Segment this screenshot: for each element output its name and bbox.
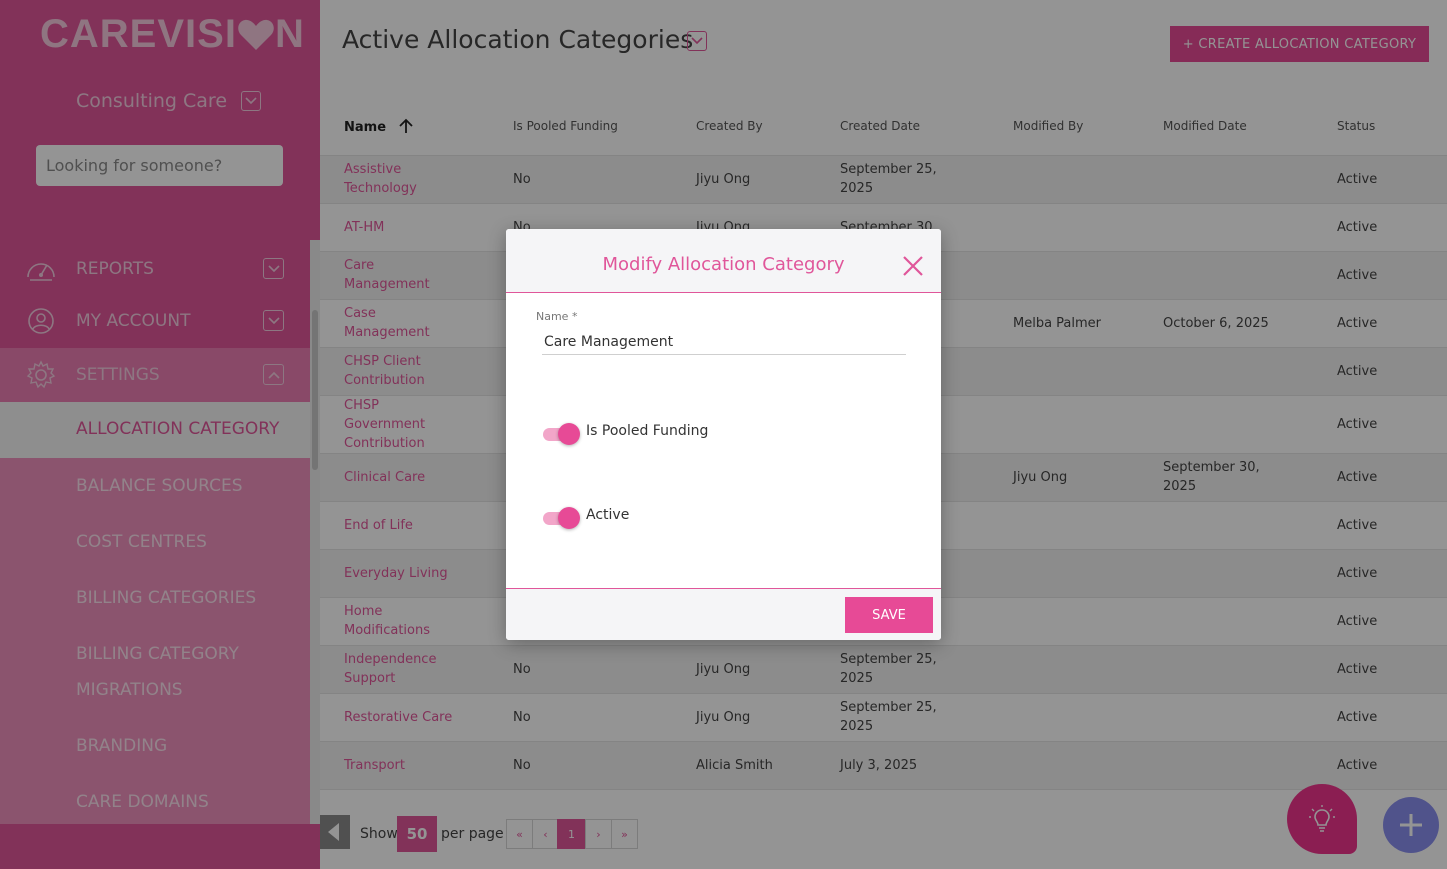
save-button[interactable]: SAVE xyxy=(845,597,933,633)
pooled-funding-label: Is Pooled Funding xyxy=(586,423,709,439)
name-field-label: Name * xyxy=(536,310,578,323)
active-label: Active xyxy=(586,507,630,523)
dialog-header: Modify Allocation Category xyxy=(506,229,941,293)
close-icon[interactable] xyxy=(900,253,926,279)
name-field[interactable] xyxy=(542,329,906,355)
active-toggle[interactable] xyxy=(543,507,580,529)
pooled-funding-toggle[interactable] xyxy=(543,423,580,445)
toggle-knob xyxy=(558,423,580,445)
toggle-knob xyxy=(558,507,580,529)
modify-allocation-category-dialog: Modify Allocation Category Name * Is Poo… xyxy=(506,229,941,640)
dialog-title: Modify Allocation Category xyxy=(602,254,845,275)
